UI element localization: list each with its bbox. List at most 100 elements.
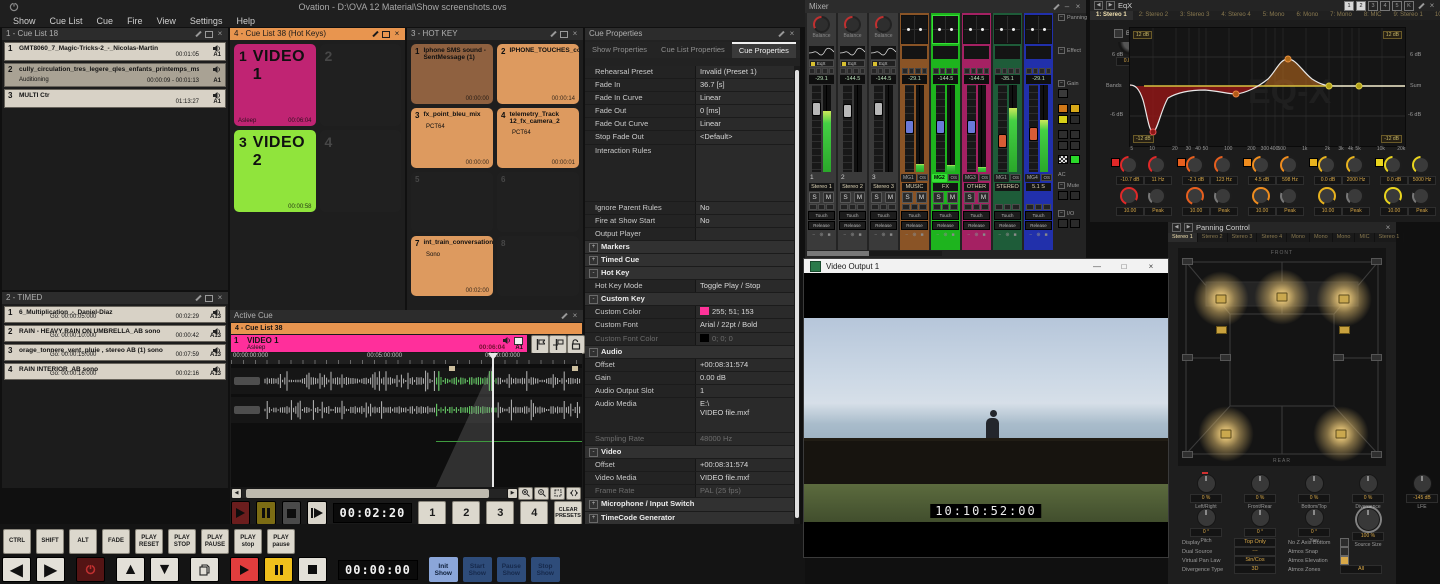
zoom-fit-button[interactable] <box>566 487 581 500</box>
release-button[interactable]: Release <box>963 221 990 230</box>
channel-tab[interactable]: 7: Mono <box>1324 11 1358 20</box>
timed-cue-row[interactable]: 2 RAIN - HEAVY RAIN ON UMBRELLA_AB sono … <box>4 325 226 342</box>
property-row[interactable]: - Video <box>585 446 794 459</box>
cue-row[interactable]: 3 MULTI Ctr 01:13:27 A1 <box>4 89 226 108</box>
touch-button[interactable]: Touch <box>932 211 959 220</box>
touch-button[interactable]: Touch <box>839 211 866 220</box>
knob[interactable] <box>1413 474 1432 493</box>
pin-icon[interactable] <box>371 30 379 38</box>
band-type-knob[interactable] <box>1280 187 1298 205</box>
modifier-key-button[interactable]: CTRL <box>3 529 31 554</box>
scroll-left-icon[interactable]: ◀ <box>232 489 241 498</box>
property-row[interactable]: Interaction Rules <box>585 145 794 202</box>
band-q-knob[interactable] <box>1120 187 1138 205</box>
automation-mini-buttons[interactable] <box>995 204 1020 210</box>
channel-tab[interactable]: 5: Mono <box>1257 11 1291 20</box>
down-button[interactable]: ▼ <box>150 557 179 582</box>
speaker-front-left[interactable] <box>1193 271 1249 327</box>
speaker-front-center[interactable] <box>1254 269 1310 325</box>
menu-item[interactable]: Show <box>6 16 43 26</box>
eq-preset-button[interactable]: 3 <box>1368 1 1378 11</box>
gain-section-label[interactable]: Gain <box>1067 81 1079 87</box>
next-channel-icon[interactable]: ▶ <box>1184 223 1193 232</box>
bypass-checkbox[interactable] <box>1114 29 1123 38</box>
color-swatch[interactable] <box>700 307 709 315</box>
playhead[interactable] <box>492 353 494 487</box>
band-freq-knob[interactable] <box>1148 156 1166 174</box>
zoom-in-button[interactable] <box>518 487 533 500</box>
knob[interactable] <box>1305 474 1324 493</box>
property-row[interactable]: + TimeCode Generator <box>585 512 794 524</box>
solo-mini-button[interactable] <box>1058 191 1068 200</box>
property-row[interactable]: Audio Media E:\ VIDEO file.mxf <box>585 398 794 433</box>
band-q-knob[interactable] <box>1384 187 1402 205</box>
hotkey-tile[interactable]: 8 <box>497 236 579 296</box>
properties-tab[interactable]: Cue List Properties <box>654 42 732 58</box>
automation-mini-buttons[interactable] <box>1026 204 1051 210</box>
property-row[interactable]: Custom Font Color 0; 0; 0 <box>585 333 794 346</box>
fader-handle[interactable] <box>998 134 1007 148</box>
knob-value[interactable]: 0 ° <box>1190 528 1222 537</box>
band-gain-knob[interactable] <box>1120 156 1138 174</box>
property-value[interactable]: Linear <box>700 93 721 102</box>
property-row[interactable]: Audio Output Slot 1 <box>585 385 794 398</box>
channel-tab[interactable]: 10: Stereo 2 <box>1429 11 1440 20</box>
fader-handle[interactable] <box>812 102 821 116</box>
show-control-button[interactable]: Init Show <box>429 557 458 582</box>
minimize-icon[interactable]: – <box>1063 3 1071 11</box>
scrollbar-track[interactable] <box>242 489 507 498</box>
waveform-area[interactable] <box>231 364 582 487</box>
property-row[interactable]: Offset +00:08:31:574 <box>585 359 794 372</box>
speaker-rear-left[interactable] <box>1198 406 1254 462</box>
expand-icon[interactable]: + <box>589 514 598 523</box>
eq-thumbnail[interactable] <box>871 46 896 59</box>
strip-footer-icons[interactable]: −⊕■ <box>809 231 834 238</box>
hotkey-tile[interactable]: 2 <box>320 44 402 126</box>
flag-button[interactable] <box>531 335 549 354</box>
strip-footer-icons[interactable]: −⊕■ <box>933 231 958 238</box>
modifier-key-button[interactable]: PLAY stop <box>234 529 262 554</box>
channel-tab[interactable]: 9: Stereo 1 <box>1388 11 1429 20</box>
hotkey-tile[interactable]: 4 <box>320 130 402 212</box>
strip-mini-buttons[interactable] <box>902 68 927 74</box>
property-row[interactable]: Fade Out Curve Linear <box>585 118 794 131</box>
close-icon[interactable]: × <box>571 30 579 38</box>
channel-tab[interactable]: 3: Stereo 3 <box>1174 11 1215 20</box>
preset-button[interactable]: 4 <box>520 501 548 525</box>
meter-enable-button[interactable] <box>1070 155 1080 164</box>
balance-knob[interactable] <box>875 16 892 33</box>
close-icon[interactable]: × <box>1140 262 1162 271</box>
channel-tab[interactable]: Mono <box>1287 233 1310 242</box>
pan-pad[interactable] <box>994 15 1021 44</box>
flag-marker-button[interactable] <box>549 335 567 354</box>
expand-icon[interactable]: - <box>589 348 598 357</box>
hotkey-tile[interactable]: 3 VIDEO 2 00:00:58 <box>234 130 316 212</box>
menu-item[interactable]: Help <box>229 16 262 26</box>
property-row[interactable]: Ignore Parent Rules No <box>585 202 794 215</box>
menu-item[interactable]: View <box>150 16 183 26</box>
fader-handle[interactable] <box>967 120 976 134</box>
band-enable-button[interactable] <box>1309 158 1318 167</box>
property-value[interactable]: 36.7 [s] <box>700 80 725 89</box>
fader-track[interactable] <box>905 85 914 172</box>
cue-play-button[interactable] <box>231 501 250 525</box>
mute-button[interactable]: M <box>916 192 927 203</box>
eq-preset-button[interactable]: K <box>1404 1 1414 11</box>
bus-assign-button[interactable]: MG3 <box>963 174 978 182</box>
color-swatch[interactable] <box>700 334 709 342</box>
checker-button[interactable] <box>1058 155 1068 164</box>
touch-button[interactable]: Touch <box>870 211 897 220</box>
preset-button[interactable]: 2 <box>452 501 480 525</box>
prev-channel-icon[interactable]: ◀ <box>1094 1 1103 10</box>
maximize-icon[interactable]: □ <box>1113 262 1135 271</box>
os-button[interactable]: OS <box>1041 174 1052 181</box>
timeline-ruler[interactable]: 00:00:00:00000:05:00:00000:10:00:000 <box>231 353 582 364</box>
speaker-front-right[interactable] <box>1316 271 1372 327</box>
strip-footer-icons[interactable]: −⊕■ <box>902 231 927 238</box>
panning-section-label[interactable]: Panning <box>1067 15 1087 21</box>
bus-assign-button[interactable]: MG2 <box>932 174 947 182</box>
eq-thumbnail[interactable] <box>995 46 1020 59</box>
option-value[interactable]: Top Only <box>1234 538 1276 547</box>
solo-button[interactable]: S <box>809 192 820 203</box>
pause-button[interactable] <box>264 557 293 582</box>
